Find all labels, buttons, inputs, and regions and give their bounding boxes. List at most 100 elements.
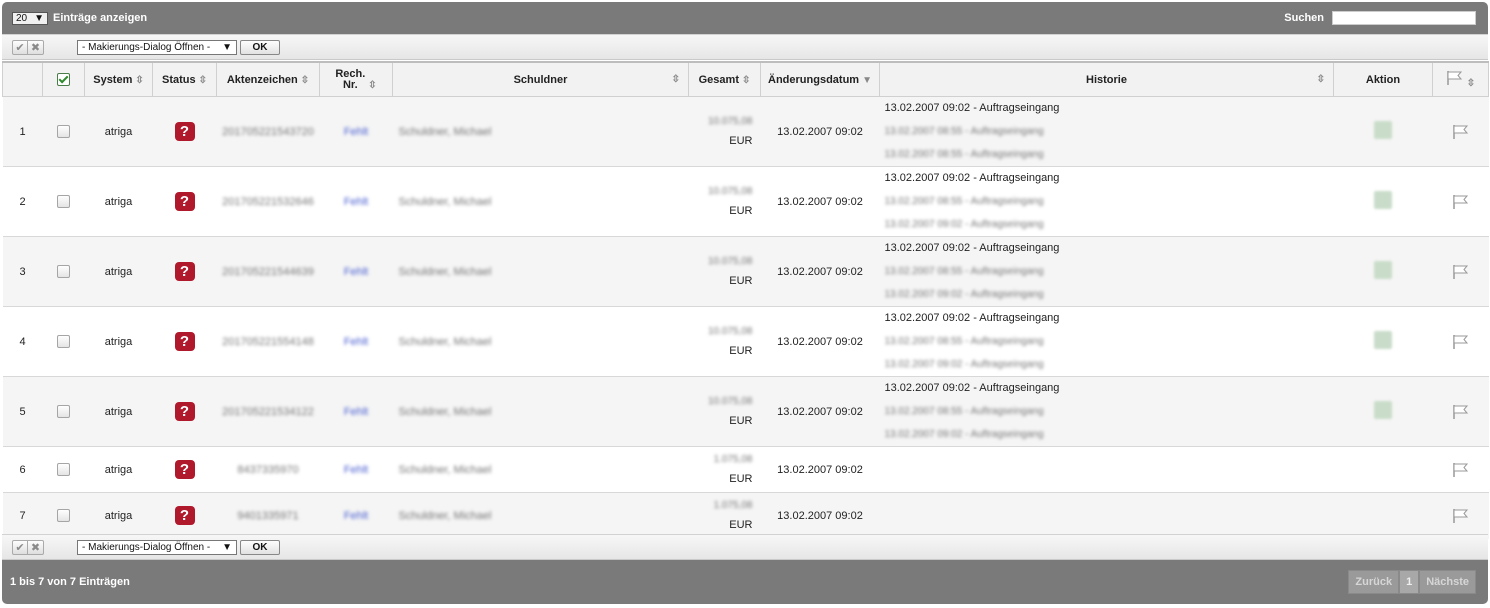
history-cell: 13.02.2007 09:02 - Auftragseingang 13.02.…	[879, 306, 1334, 377]
uncheck-all-button[interactable]: ✖	[28, 539, 44, 555]
action-icon[interactable]	[1374, 191, 1392, 209]
table-view: 20 ▼ Einträge anzeigen Suchen ✔ ✖ - Maki…	[0, 0, 1490, 608]
uncheck-all-button[interactable]: ✖	[28, 39, 44, 55]
action-icon[interactable]	[1374, 121, 1392, 139]
system-cell: atriga	[84, 166, 153, 237]
sort-icon: ⇳	[671, 74, 680, 85]
table-row[interactable]: 5 atriga? 201705221534122 Fehlt Schuldner, M…	[2, 376, 1489, 447]
row-select-cell	[42, 446, 85, 493]
history-entry: 13.02.2007 08:55 - Auftragseingang	[884, 149, 1044, 160]
rech-nr-link[interactable]: Fehlt	[344, 266, 368, 278]
table-row[interactable]: 2 atriga? 201705221532646 Fehlt Schuldner, M…	[2, 166, 1489, 237]
col-header-rech-nr[interactable]: Rech. Nr. ⇳	[319, 61, 393, 97]
row-checkbox[interactable]	[57, 335, 70, 348]
action-cell	[1333, 492, 1433, 539]
row-select-cell	[42, 236, 85, 307]
row-checkbox[interactable]	[57, 405, 70, 418]
row-checkbox[interactable]	[57, 509, 70, 523]
table-row[interactable]: 6 atriga? 8437335970 Fehlt Schuldner, Michae…	[2, 446, 1489, 493]
col-header-system[interactable]: System ⇳	[84, 61, 153, 97]
mark-dialog-select[interactable]: - Makierungs-Dialog Öffnen - ▼	[77, 39, 237, 55]
search-label: Suchen	[1284, 12, 1324, 24]
date-cell: 13.02.2007 09:02	[760, 96, 880, 167]
history-entry: 13.02.2007 09:02 - Auftragseingang	[884, 359, 1044, 370]
row-checkbox[interactable]	[57, 265, 70, 278]
table-row[interactable]: 3 atriga? 201705221544639 Fehlt Schuldner, M…	[2, 236, 1489, 307]
gesamt-amount: 1.075,08	[713, 454, 753, 465]
gesamt-currency: EUR	[729, 275, 753, 287]
sort-icon: ⇳	[198, 74, 207, 86]
table-info: 1 bis 7 von 7 Einträgen	[10, 576, 130, 588]
select-all-checkbox[interactable]	[57, 73, 70, 86]
flag-cell	[1432, 166, 1489, 237]
status-unknown-icon[interactable]: ?	[174, 192, 195, 211]
page-length-value: 20	[16, 12, 28, 24]
aktenzeichen-value: 201705221543720	[222, 125, 314, 138]
sort-icon: ⇳	[135, 74, 144, 86]
col-header-status[interactable]: Status ⇳	[152, 61, 217, 97]
table-row[interactable]: 4 atriga? 201705221554148 Fehlt Schuldner, M…	[2, 306, 1489, 377]
col-header-aenderungsdatum[interactable]: Änderungsdatum ▼	[760, 61, 880, 97]
page-button-1[interactable]: 1	[1399, 570, 1420, 594]
flag-icon[interactable]	[1452, 124, 1470, 139]
status-unknown-icon[interactable]: ?	[174, 402, 195, 421]
status-unknown-icon[interactable]: ?	[174, 262, 195, 281]
rech-nr-link[interactable]: Fehlt	[344, 406, 368, 418]
status-unknown-icon[interactable]: ?	[174, 506, 195, 526]
col-header-schuldner[interactable]: Schuldner ⇳	[392, 61, 689, 97]
rech-nr-link[interactable]: Fehlt	[344, 196, 368, 208]
rech-nr-link[interactable]: Fehlt	[344, 126, 368, 138]
status-cell: ?	[152, 376, 217, 447]
flag-icon[interactable]	[1452, 264, 1470, 279]
row-number: 4	[2, 306, 43, 377]
schuldner-cell: Schuldner, Michael	[392, 236, 689, 307]
status-unknown-icon[interactable]: ?	[174, 122, 195, 141]
rech-nr-link[interactable]: Fehlt	[344, 336, 368, 348]
page-length-select[interactable]: 20 ▼	[12, 11, 48, 25]
row-select-cell	[42, 492, 85, 539]
table-row[interactable]: 7 atriga? 9401335971 Fehlt Schuldner, Michae…	[2, 492, 1489, 539]
ok-button[interactable]: OK	[240, 539, 280, 555]
table-row[interactable]: 1 atriga? 201705221543720 Fehlt Schuldner, M…	[2, 96, 1489, 167]
status-unknown-icon[interactable]: ?	[174, 460, 195, 479]
flag-icon[interactable]	[1452, 404, 1470, 419]
check-all-button[interactable]: ✔	[12, 39, 28, 55]
row-checkbox[interactable]	[57, 125, 70, 138]
search-input[interactable]	[1332, 11, 1476, 25]
col-header-aktenzeichen[interactable]: Aktenzeichen ⇳	[216, 61, 320, 97]
mark-dialog-select[interactable]: - Makierungs-Dialog Öffnen - ▼	[77, 539, 237, 555]
action-cell	[1333, 306, 1433, 377]
data-table: System ⇳ Status ⇳ Aktenzeichen ⇳ Rech. Nr. ⇳…	[2, 61, 1489, 539]
flag-icon[interactable]	[1452, 508, 1470, 523]
gesamt-cell: 10.075,08 EUR	[688, 306, 761, 377]
schuldner-cell: Schuldner, Michael	[392, 446, 689, 493]
history-cell: 13.02.2007 09:02 - Auftragseingang 13.02.…	[879, 236, 1334, 307]
action-icon[interactable]	[1374, 401, 1392, 419]
mark-dialog-value: - Makierungs-Dialog Öffnen -	[82, 541, 211, 553]
status-cell: ?	[152, 166, 217, 237]
status-unknown-icon[interactable]: ?	[174, 332, 195, 351]
row-checkbox[interactable]	[57, 463, 70, 476]
system-cell: atriga	[84, 376, 153, 447]
col-header-gesamt[interactable]: Gesamt ⇳	[688, 61, 761, 97]
col-header-historie[interactable]: Historie ⇳	[879, 61, 1334, 97]
history-cell: 13.02.2007 09:02 - Auftragseingang 13.02.…	[879, 166, 1334, 237]
row-checkbox[interactable]	[57, 195, 70, 208]
rech-nr-link[interactable]: Fehlt	[344, 510, 368, 522]
action-icon[interactable]	[1374, 331, 1392, 349]
check-all-button[interactable]: ✔	[12, 539, 28, 555]
mark-dialog-value: - Makierungs-Dialog Öffnen -	[82, 41, 211, 53]
flag-icon[interactable]	[1452, 462, 1470, 477]
prev-page-button[interactable]: Zurück	[1348, 570, 1400, 594]
next-page-button[interactable]: Nächste	[1419, 570, 1476, 594]
ok-button[interactable]: OK	[240, 39, 280, 55]
flag-icon[interactable]	[1452, 194, 1470, 209]
flag-icon[interactable]	[1452, 334, 1470, 349]
col-header-flag[interactable]: ⇳	[1432, 61, 1489, 97]
gesamt-amount: 10.075,08	[708, 116, 753, 127]
history-entry: 13.02.2007 08:55 - Auftragseingang	[884, 196, 1044, 207]
rech-nr-link[interactable]: Fehlt	[344, 464, 368, 476]
aktenzeichen-value: 201705221534122	[222, 405, 314, 418]
aktenzeichen-value: 201705221532646	[222, 195, 314, 208]
action-icon[interactable]	[1374, 261, 1392, 279]
